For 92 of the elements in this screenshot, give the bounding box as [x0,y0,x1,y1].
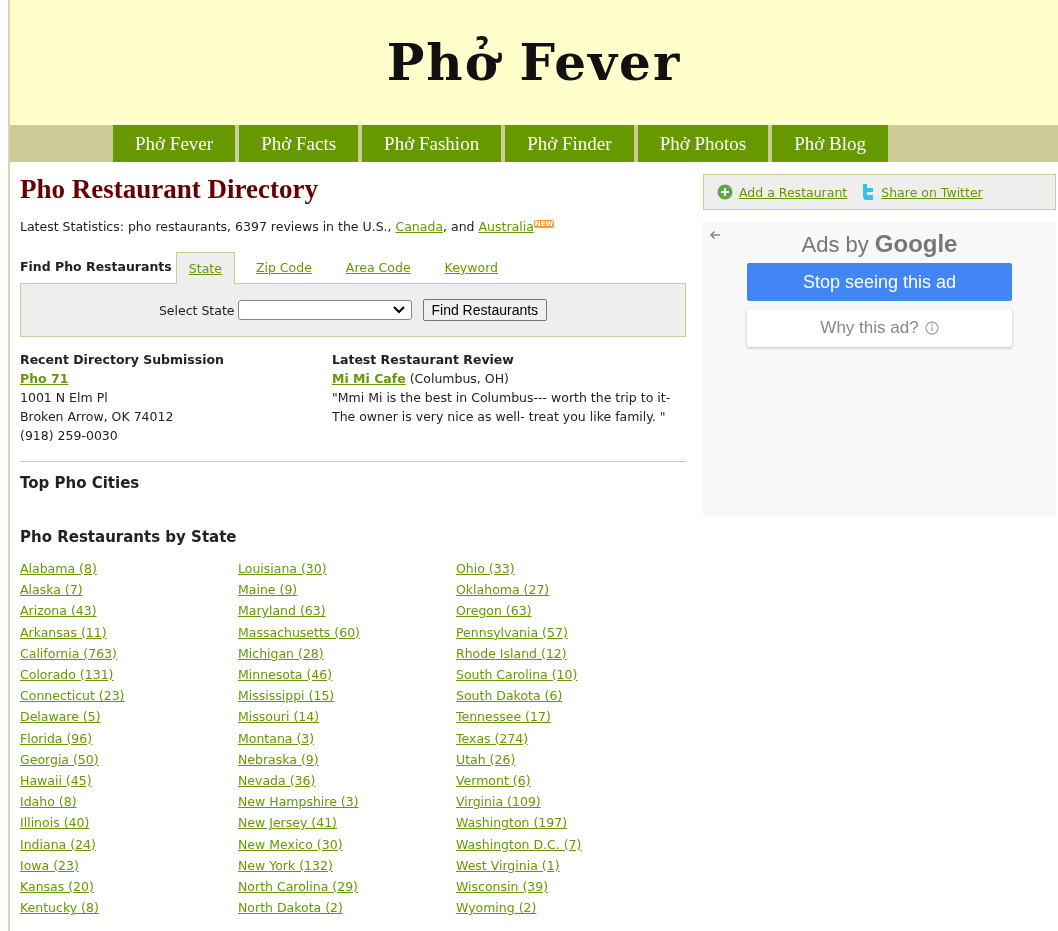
nav-link[interactable]: Phở Finder [505,125,634,162]
state-link[interactable]: South Dakota (6) [456,685,563,707]
state-link[interactable]: Wisconsin (39) [456,876,549,898]
state-dropdown[interactable] [237,300,412,320]
state-link[interactable]: Hawaii (45) [20,770,92,792]
state-link[interactable]: Georgia (50) [20,748,99,771]
state-link[interactable]: Alaska (7) [20,579,83,601]
state-link[interactable]: Maine (9) [238,579,298,601]
state-link[interactable]: Rhode Island (12) [456,642,567,664]
submission-heading: Recent Directory Submission [20,351,224,369]
state-link[interactable]: New York (132) [238,854,333,877]
find-restaurants-button[interactable]: Find Restaurants [422,299,548,321]
state-link[interactable]: Pennsylvania (57) [456,621,568,643]
state-link[interactable]: Oregon (63) [456,600,532,622]
action-link[interactable]: Add a Restaurant [739,184,848,200]
stop-ad-button[interactable]: Stop seeing this ad [747,263,1012,301]
australia-link[interactable]: Australia [478,219,534,234]
ads-by-label: Ads by [801,232,869,257]
review-heading: Latest Restaurant Review [332,351,514,369]
google-label: Google [874,230,958,257]
state-link[interactable]: Missouri (14) [238,706,320,728]
state-link[interactable]: Delaware (5) [20,706,101,728]
state-link[interactable]: Connecticut (23) [20,685,125,707]
page-title: Pho Restaurant Directory [20,174,319,205]
state-link[interactable]: Oklahoma (27) [456,579,550,601]
action-link[interactable]: Share on Twitter [881,184,983,200]
nav-link[interactable]: Phở Photos [637,125,769,162]
state-link[interactable]: Massachusetts (60) [238,621,360,643]
state-link[interactable]: Kentucky (8) [20,897,99,919]
state-link[interactable]: New Mexico (30) [238,833,343,855]
field-label: Select State [158,302,235,318]
canada-link[interactable]: Canada [395,219,444,234]
state-link[interactable]: Mississippi (15) [238,685,335,707]
nav-link[interactable]: Phở Facts [239,125,359,162]
search-tab[interactable]: Zip Code [242,251,325,283]
state-link[interactable]: Arizona (43) [20,600,97,622]
state-link[interactable]: Vermont (6) [456,770,531,792]
review-location: (Columbus, OH) [408,371,509,386]
review-quote: "Mmi Mi is the best in Columbus--- worth the trip to it- The owner is very nice as well- treat you like family. " [332,389,672,426]
state-link[interactable]: Indiana (24) [20,833,96,855]
state-link[interactable]: Nebraska (9) [238,748,319,771]
chevron-icon [392,306,405,314]
restaurant-link[interactable]: Pho 71 [20,369,69,388]
plus-icon [717,184,733,200]
info-icon [924,321,939,335]
state-link[interactable]: Iowa (23) [20,854,79,877]
state-link[interactable]: Utah (26) [456,748,516,771]
state-link[interactable]: Idaho (8) [20,791,77,813]
state-link[interactable]: Louisiana (30) [238,558,327,580]
state-link[interactable]: New Hampshire (3) [238,791,359,813]
nav-link[interactable]: Phở Blog [772,125,889,162]
state-link[interactable]: Montana (3) [238,727,315,749]
restaurant-link[interactable]: Mi Mi Cafe [332,371,406,386]
site-logo[interactable]: Phở Fever [386,33,682,92]
state-link[interactable]: Illinois (40) [20,812,90,834]
state-link[interactable]: Arkansas (11) [20,621,107,643]
nav-link[interactable]: Phở Fever [113,125,236,162]
search-tab[interactable]: Keyword [431,251,511,283]
section-heading: Top Pho Cities [20,474,141,494]
address-line: Broken Arrow, OK 74012 [20,408,174,426]
state-link[interactable]: North Dakota (2) [238,897,343,919]
state-link[interactable]: Nevada (36) [238,770,316,792]
address-line: (918) 259-0030 [20,427,118,445]
state-link[interactable]: Michigan (28) [238,642,324,664]
state-link[interactable]: Colorado (131) [20,664,114,686]
state-link[interactable]: West Virginia (1) [456,854,560,877]
state-link[interactable]: Alabama (8) [20,558,97,580]
statistics-text: Latest Statistics: pho restaurants, 6397 reviews in the U.S., Canada, and Australia$^{NEW}$ [20,219,556,234]
state-link[interactable]: South Carolina (10) [456,664,578,686]
state-link[interactable]: North Carolina (29) [238,876,358,898]
search-tab[interactable]: Area Code [332,251,424,283]
state-link[interactable]: Florida (96) [20,727,93,749]
state-link[interactable]: Texas (274) [456,727,529,749]
state-link[interactable]: Tennessee (17) [456,706,551,728]
bird-icon [861,183,876,201]
back-arrow-icon[interactable] [709,230,721,240]
state-link[interactable]: Washington D.C. (7) [456,833,582,855]
state-link[interactable]: Washington (197) [456,812,568,834]
section-heading: Pho Restaurants by State [20,528,238,546]
nav-link[interactable]: Phở Fashion [362,125,502,162]
state-link[interactable]: Virginia (109) [456,791,541,813]
state-link[interactable]: Ohio (33) [456,558,515,580]
address-line: 1001 N Elm Pl [20,389,108,407]
why-ad-button[interactable]: Why this ad? [747,309,1012,347]
state-link[interactable]: California (763) [20,642,117,664]
state-link[interactable]: Maryland (63) [238,600,326,622]
state-link[interactable]: New Jersey (41) [238,812,337,834]
search-tab[interactable]: State [175,252,235,284]
search-label: Find Pho Restaurants [20,259,172,276]
state-link[interactable]: Wyoming (2) [456,897,537,919]
state-link[interactable]: Minnesota (46) [238,664,333,686]
state-link[interactable]: Kansas (20) [20,876,94,898]
